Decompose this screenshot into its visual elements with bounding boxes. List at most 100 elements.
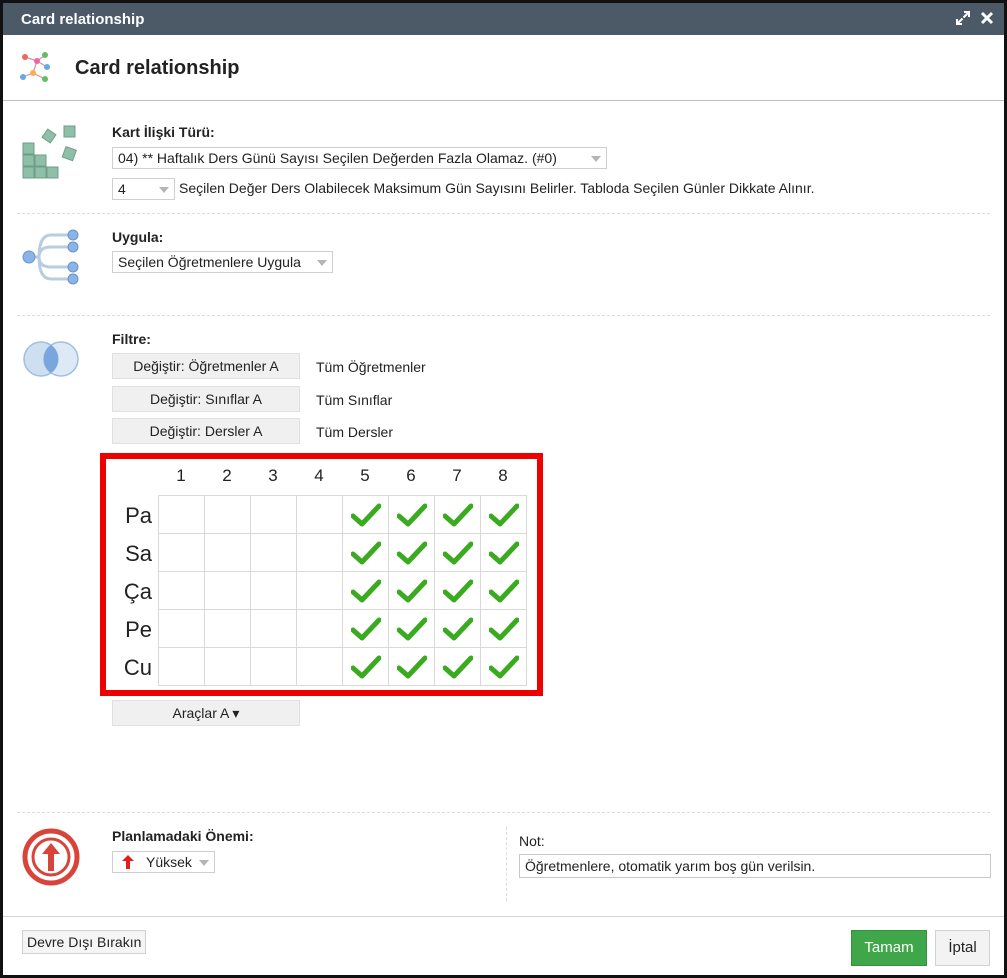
grid-cell[interactable] [158, 647, 205, 686]
max-days-select[interactable]: 4 [112, 178, 175, 200]
grid-cell[interactable] [434, 571, 481, 610]
grid-row-header[interactable]: Cu [108, 655, 152, 681]
grid-cell[interactable] [434, 495, 481, 534]
grid-cell[interactable] [296, 647, 343, 686]
grid-column-header[interactable]: 5 [342, 466, 388, 486]
subjects-filter-value: Tüm Dersler [316, 424, 394, 440]
grid-cell[interactable] [342, 571, 389, 610]
grid-cell[interactable] [388, 495, 435, 534]
grid-cell[interactable] [204, 495, 251, 534]
timetable-grid[interactable] [158, 495, 527, 686]
checkmark-icon [396, 579, 427, 602]
change-classes-button[interactable]: Değiştir: Sınıflar A [112, 386, 300, 412]
grid-cell[interactable] [250, 571, 297, 610]
grid-cell[interactable] [204, 533, 251, 572]
grid-cell[interactable] [480, 495, 527, 534]
grid-cell[interactable] [204, 647, 251, 686]
grid-cell[interactable] [158, 533, 205, 572]
grid-cell[interactable] [204, 609, 251, 648]
grid-cell[interactable] [296, 495, 343, 534]
ok-button[interactable]: Tamam [851, 930, 927, 966]
teachers-filter-value: Tüm Öğretmenler [316, 359, 426, 375]
chevron-down-icon [317, 260, 327, 266]
tools-menu-button[interactable]: Araçlar A ▾ [112, 700, 300, 726]
grid-column-header[interactable]: 7 [434, 466, 480, 486]
close-icon[interactable] [978, 9, 996, 27]
checkmark-icon [350, 541, 381, 564]
grid-cell[interactable] [250, 533, 297, 572]
arrow-up-circle-icon [21, 827, 81, 892]
grid-cell[interactable] [250, 495, 297, 534]
relation-type-label: Kart İlişki Türü: [112, 124, 215, 140]
grid-cell[interactable] [480, 571, 527, 610]
grid-cell[interactable] [342, 533, 389, 572]
maximize-icon[interactable] [954, 9, 972, 27]
grid-cell[interactable] [388, 533, 435, 572]
grid-row-header[interactable]: Ça [108, 579, 152, 605]
grid-cell[interactable] [342, 495, 389, 534]
grid-cell[interactable] [388, 571, 435, 610]
grid-cell[interactable] [434, 533, 481, 572]
checkmark-icon [442, 541, 473, 564]
checkmark-icon [442, 617, 473, 640]
grid-cell[interactable] [158, 495, 205, 534]
checkmark-icon [396, 617, 427, 640]
grid-cell[interactable] [158, 571, 205, 610]
disable-button[interactable]: Devre Dışı Bırakın [22, 930, 147, 954]
grid-cell[interactable] [388, 647, 435, 686]
checkmark-icon [488, 579, 519, 602]
grid-column-header[interactable]: 6 [388, 466, 434, 486]
grid-column-header[interactable]: 4 [296, 466, 342, 486]
importance-value: Yüksek [146, 854, 192, 870]
grid-cell[interactable] [250, 647, 297, 686]
grid-cell[interactable] [204, 571, 251, 610]
grid-cell[interactable] [342, 609, 389, 648]
grid-row-header[interactable]: Pe [108, 617, 152, 643]
grid-row [158, 571, 527, 610]
change-subjects-button[interactable]: Değiştir: Dersler A [112, 418, 300, 444]
note-input[interactable]: Öğretmenlere, otomatik yarım boş gün ver… [519, 854, 991, 878]
checkmark-icon [442, 655, 473, 678]
relation-description: Seçilen Değer Ders Olabilecek Maksimum G… [179, 180, 815, 196]
grid-column-header[interactable]: 1 [158, 466, 204, 486]
network-icon [15, 47, 55, 87]
grid-cell[interactable] [480, 609, 527, 648]
title-bar[interactable]: Card relationship [3, 3, 1004, 35]
grid-cell[interactable] [480, 533, 527, 572]
grid-cell[interactable] [296, 533, 343, 572]
grid-cell[interactable] [296, 571, 343, 610]
window-title: Card relationship [21, 11, 145, 28]
grid-cell[interactable] [342, 647, 389, 686]
grid-cell[interactable] [480, 647, 527, 686]
grid-row-header[interactable]: Sa [108, 541, 152, 567]
section-divider [17, 812, 990, 813]
section-divider [17, 315, 990, 316]
filter-label: Filtre: [112, 331, 151, 347]
grid-cell[interactable] [296, 609, 343, 648]
cancel-button[interactable]: İptal [935, 930, 990, 966]
grid-column-header[interactable]: 8 [480, 466, 526, 486]
relation-type-value: 04) ** Haftalık Ders Günü Sayısı Seçilen… [118, 150, 557, 166]
grid-row-header[interactable]: Pa [108, 503, 152, 529]
grid-row [158, 647, 527, 686]
card-relationship-window: Card relationship Card relationship Kart… [0, 0, 1007, 978]
grid-cell[interactable] [388, 609, 435, 648]
grid-column-header[interactable]: 3 [250, 466, 296, 486]
grid-cell[interactable] [434, 609, 481, 648]
checkmark-icon [442, 579, 473, 602]
grid-row [158, 609, 527, 648]
tree-icon [21, 227, 83, 292]
apply-select[interactable]: Seçilen Öğretmenlere Uygula [112, 251, 333, 273]
venn-icon [19, 339, 83, 384]
grid-cell[interactable] [434, 647, 481, 686]
checkmark-icon [396, 655, 427, 678]
change-teachers-button[interactable]: Değiştir: Öğretmenler A [112, 353, 300, 379]
importance-select[interactable]: Yüksek [112, 851, 215, 873]
relation-type-select[interactable]: 04) ** Haftalık Ders Günü Sayısı Seçilen… [112, 147, 607, 169]
page-title: Card relationship [75, 57, 240, 79]
grid-cell[interactable] [250, 609, 297, 648]
grid-cell[interactable] [158, 609, 205, 648]
importance-label: Planlamadaki Önemi: [112, 828, 254, 844]
checkmark-icon [396, 503, 427, 526]
grid-column-header[interactable]: 2 [204, 466, 250, 486]
